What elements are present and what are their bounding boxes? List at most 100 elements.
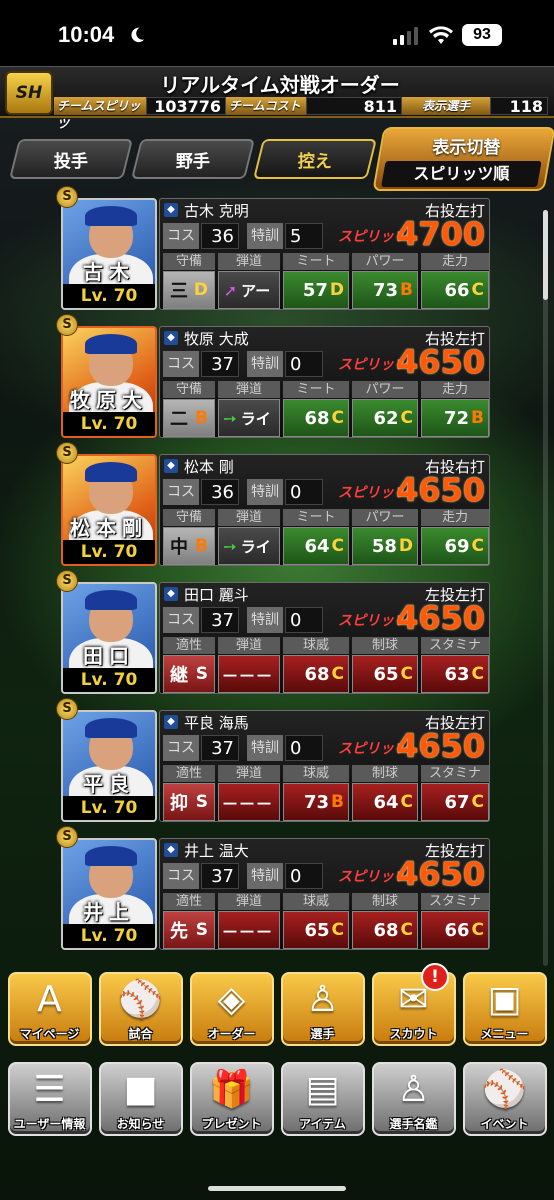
lions-icon: ◆ [164,715,178,729]
player-full-name: 平良 海馬 [184,714,249,732]
cost-training-row: コス 36 特訓 5 [163,221,323,251]
position-cell: 先 S [163,911,215,949]
player-card[interactable]: S 松本剛 Lv. 70 ◆ 松本 剛 右投右打 コス 36 特訓 0 スピリッ… [56,442,490,568]
signal-icon [393,26,418,45]
cost-value: 37 [201,607,239,633]
position: 抑 [170,793,188,814]
main-nav: A マイページ ⚾ 試合 ◈ オーダー ♙ 選手 ✉ スカウト ▣ メニュー [0,972,554,1046]
spirit-coin-icon: S [56,698,78,720]
player-portrait: 平良 Lv. 70 [61,710,157,822]
baystars-icon: ◆ [164,203,178,217]
stat-header: パワー [352,253,418,270]
team-spirits-label: チームスピリッツ [54,97,146,131]
cost-label: コス [163,863,199,889]
nav-label: メニュー [480,1027,529,1041]
stat-header: 走力 [421,253,489,270]
wifi-icon [429,26,453,44]
tab-pitcher[interactable]: 投手 [9,139,133,179]
player-card[interactable]: S 井上 Lv. 70 ◆ 井上 温大 左投左打 コス 37 特訓 0 スピリッ… [56,826,490,952]
stat-headers: 適性 弾道 球威 制球 スタミナ [163,765,489,782]
stat-header: 守備 [163,253,215,270]
nav-button[interactable]: 🎁 プレゼント [189,1062,274,1136]
player-card[interactable]: S 平良 Lv. 70 ◆ 平良 海馬 右投左打 コス 37 特訓 0 スピリッ… [56,698,490,824]
field-icon: ◈ [217,979,246,1020]
list-scrollbar[interactable] [543,210,548,966]
nav-button[interactable]: ■ お知らせ [98,1062,183,1136]
nav-button[interactable]: ♙ 選手名鑑 [371,1062,456,1136]
stat-cells: 抑 S －－－ 73 B 64 C 67 C [163,783,489,821]
sort-toggle-button[interactable]: 表示切替 スピリッツ順 [372,127,554,191]
trajectory: －－－ [221,666,273,687]
cost-label: コス [163,351,199,377]
player-level: Lv. 70 [63,540,155,564]
present-icon: 🎁 [209,1069,254,1110]
nav-button[interactable]: ⚾ イベント [462,1062,547,1136]
trajectory-cell: ➙ ライ [218,527,280,565]
stat-header: 守備 [163,509,215,526]
player-level: Lv. 70 [63,284,155,308]
right-arrow-icon: ➙ [223,536,237,556]
menu-icon: ▣ [487,979,522,1020]
player-level: Lv. 70 [63,668,155,692]
position-tabs: 投手 野手 控え [9,139,377,179]
position-grade: S [195,792,208,812]
status-bar: 10:04 93 [0,0,554,66]
stat-header: スタミナ [421,765,489,782]
stat-header: 適性 [163,637,215,654]
app-root: 10:04 93 SH リアルタイム対戦オーダー チームスピリッツ 103776… [0,0,554,1200]
trajectory: －－－ [221,794,273,815]
player-card[interactable]: S 牧原大 Lv. 70 ◆ 牧原 大成 右投左打 コス 37 特訓 0 スピリ… [56,314,490,440]
player-card[interactable]: S 古木 Lv. 70 ◆ 古木 克明 右投左打 コス 36 特訓 5 スピリッ… [56,186,490,312]
position: 先 [170,921,188,942]
training-value: 0 [285,735,323,761]
player-info-panel: ◆ 牧原 大成 右投左打 コス 37 特訓 0 スピリッツ 4650 守備 弾道… [159,326,490,438]
scrollbar-thumb[interactable] [543,210,548,300]
stat-header: パワー [352,509,418,526]
cost-value: 36 [201,479,239,505]
stat-cell: 67 C [421,783,489,821]
nav-button[interactable]: ⚾ 試合 [98,972,183,1046]
nav-label: ユーザー情報 [13,1117,86,1131]
tab-reserve[interactable]: 控え [253,139,377,179]
card-player-name: 古木 [83,260,135,284]
stat-cells: 継 S －－－ 68 C 65 C 63 C [163,655,489,693]
position: 継 [170,665,188,686]
player-full-name: 田口 麗斗 [184,586,249,604]
position-cell: 中 B [163,527,215,565]
stat-header: 制球 [352,637,418,654]
player-full-name: 井上 温大 [184,842,249,860]
spirits-value: 4650 [395,599,485,637]
stat-headers: 適性 弾道 球威 制球 スタミナ [163,637,489,654]
position-cell: 二 B [163,399,215,437]
player-info-panel: ◆ 田口 麗斗 左投左打 コス 37 特訓 0 スピリッツ 4650 適性 弾道… [159,582,490,694]
nav-button[interactable]: ♙ 選手 [280,972,365,1046]
stat-header: 弾道 [218,637,280,654]
spirit-coin-icon: S [56,186,78,208]
nav-label: オーダー [207,1027,256,1041]
nav-button[interactable]: ▤ アイテム [280,1062,365,1136]
nav-button[interactable]: ▣ メニュー [462,972,547,1046]
player-card[interactable]: S 田口 Lv. 70 ◆ 田口 麗斗 左投左打 コス 37 特訓 0 スピリッ… [56,570,490,696]
position: 中 [170,537,188,558]
nav-button[interactable]: ◈ オーダー [189,972,274,1046]
stat-header: 球威 [283,637,349,654]
spirit-coin-icon: S [56,314,78,336]
cost-value: 36 [201,223,239,249]
tab-fielder[interactable]: 野手 [131,139,255,179]
stat-cell: 72 B [421,399,489,437]
nav-button[interactable]: A マイページ [7,972,92,1046]
position-cell: 継 S [163,655,215,693]
stat-header: 弾道 [218,893,280,910]
cost-training-row: コス 37 特訓 0 [163,605,323,635]
cap-image [85,590,137,610]
hawks-icon: ◆ [164,331,178,345]
training-label: 特訓 [247,351,283,377]
player-portrait: 田口 Lv. 70 [61,582,157,694]
spirit-coin-icon: S [56,570,78,592]
stat-header: 制球 [352,893,418,910]
nav-label: スカウト [389,1027,438,1041]
stat-header: 球威 [283,893,349,910]
nav-button[interactable]: ☰ ユーザー情報 [7,1062,92,1136]
sort-current-value: スピリッツ順 [381,161,542,187]
stat-cell: 57 D [283,271,349,309]
